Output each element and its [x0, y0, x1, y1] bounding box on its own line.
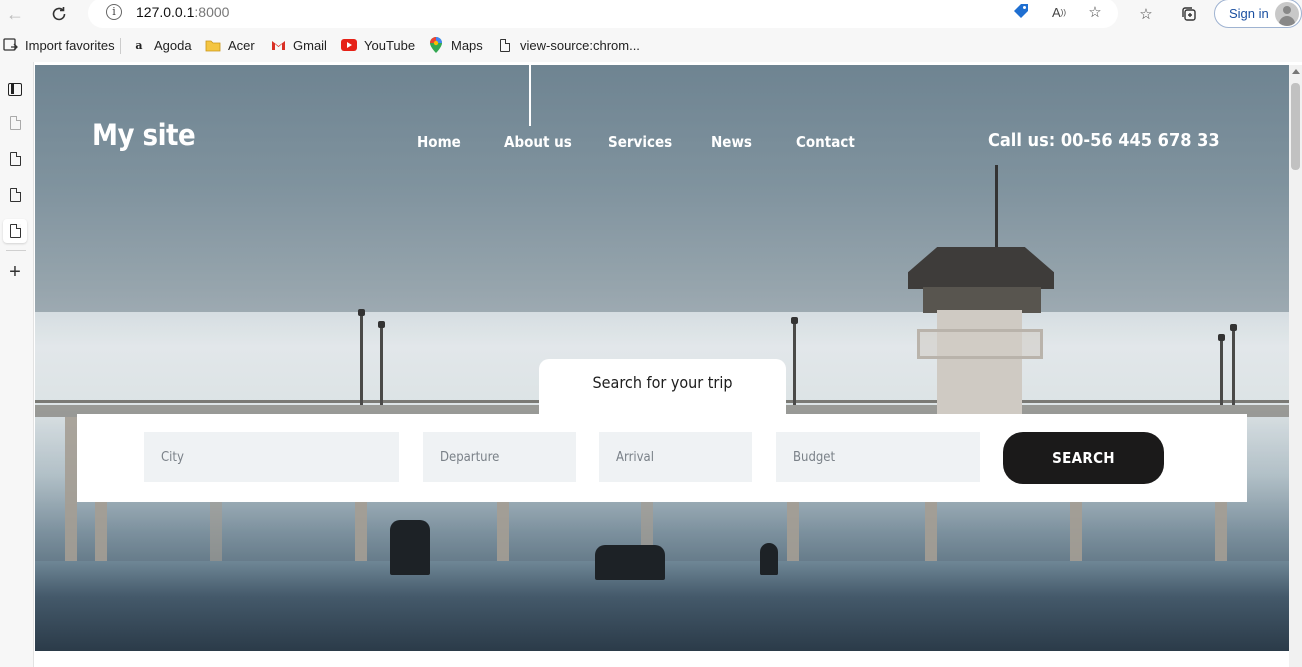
browser-toolbar: ← i 127.0.0.1:8000 A)) ☆ ☆ Sign in	[0, 0, 1302, 28]
add-favorite-icon[interactable]: ☆	[1084, 1, 1106, 23]
back-icon[interactable]: ←	[3, 2, 27, 26]
read-aloud-icon[interactable]: A))	[1048, 1, 1070, 23]
web-page: My site Home About us Services News Cont…	[35, 65, 1289, 667]
nav-about-us[interactable]: About us	[504, 133, 572, 151]
avatar-icon	[1275, 2, 1299, 26]
address-bar[interactable]: i 127.0.0.1:8000 A)) ☆	[88, 0, 1118, 28]
site-logo[interactable]: My site	[92, 118, 196, 152]
tab-page-1-icon[interactable]	[3, 111, 27, 135]
favorite-import[interactable]: Import favorites	[2, 37, 115, 53]
tab-actions-icon[interactable]	[3, 77, 27, 101]
collections-icon[interactable]	[1178, 3, 1200, 25]
sidebar-divider	[6, 250, 26, 251]
scroll-thumb[interactable]	[1291, 83, 1300, 170]
favorite-agoda[interactable]: a Agoda	[131, 37, 191, 53]
favorites-icon[interactable]: ☆	[1135, 3, 1157, 25]
budget-input[interactable]	[776, 432, 980, 482]
city-input[interactable]	[144, 432, 399, 482]
favorite-maps[interactable]: Maps	[428, 37, 483, 53]
tab-page-active-icon[interactable]	[3, 219, 27, 243]
favorites-divider	[120, 38, 121, 54]
import-icon	[2, 37, 18, 53]
url-text[interactable]: 127.0.0.1:8000	[136, 4, 229, 20]
favorites-bar: Import favorites a Agoda Acer Gmail YouT…	[0, 28, 1302, 62]
favorite-gmail[interactable]: Gmail	[270, 37, 327, 53]
page-scrollbar[interactable]	[1289, 65, 1302, 667]
arrival-input[interactable]	[599, 432, 752, 482]
gmail-icon	[270, 37, 286, 53]
nav-news[interactable]: News	[711, 133, 752, 151]
refresh-icon[interactable]	[47, 2, 71, 26]
vertical-tabs-sidebar: +	[0, 62, 34, 667]
departure-input[interactable]	[423, 432, 576, 482]
sign-in-button[interactable]: Sign in	[1214, 0, 1302, 28]
site-info-icon[interactable]: i	[106, 4, 122, 20]
page-icon	[497, 37, 513, 53]
maps-icon	[428, 37, 444, 53]
nav-services[interactable]: Services	[608, 133, 672, 151]
search-tab: Search for your trip	[539, 359, 786, 419]
scroll-up-icon[interactable]	[1292, 69, 1300, 74]
favorite-acer[interactable]: Acer	[205, 37, 255, 53]
tab-page-3-icon[interactable]	[3, 183, 27, 207]
nav-home[interactable]: Home	[417, 133, 461, 151]
folder-icon	[205, 37, 221, 53]
tab-page-2-icon[interactable]	[3, 147, 27, 171]
new-tab-icon[interactable]: +	[3, 260, 27, 284]
favorite-view-source[interactable]: view-source:chrom...	[497, 37, 640, 53]
nav-active-indicator	[529, 65, 531, 126]
nav-contact[interactable]: Contact	[796, 133, 855, 151]
search-button[interactable]: SEARCH	[1003, 432, 1164, 484]
agoda-icon: a	[135, 38, 143, 52]
search-form: SEARCH	[77, 414, 1247, 502]
search-title: Search for your trip	[592, 373, 733, 392]
favorite-youtube[interactable]: YouTube	[341, 37, 415, 53]
shopping-tag-icon[interactable]	[1010, 1, 1032, 23]
phone-number[interactable]: Call us: 00-56 445 678 33	[988, 130, 1220, 151]
youtube-icon	[341, 37, 357, 53]
hero-background-image	[35, 65, 1289, 651]
